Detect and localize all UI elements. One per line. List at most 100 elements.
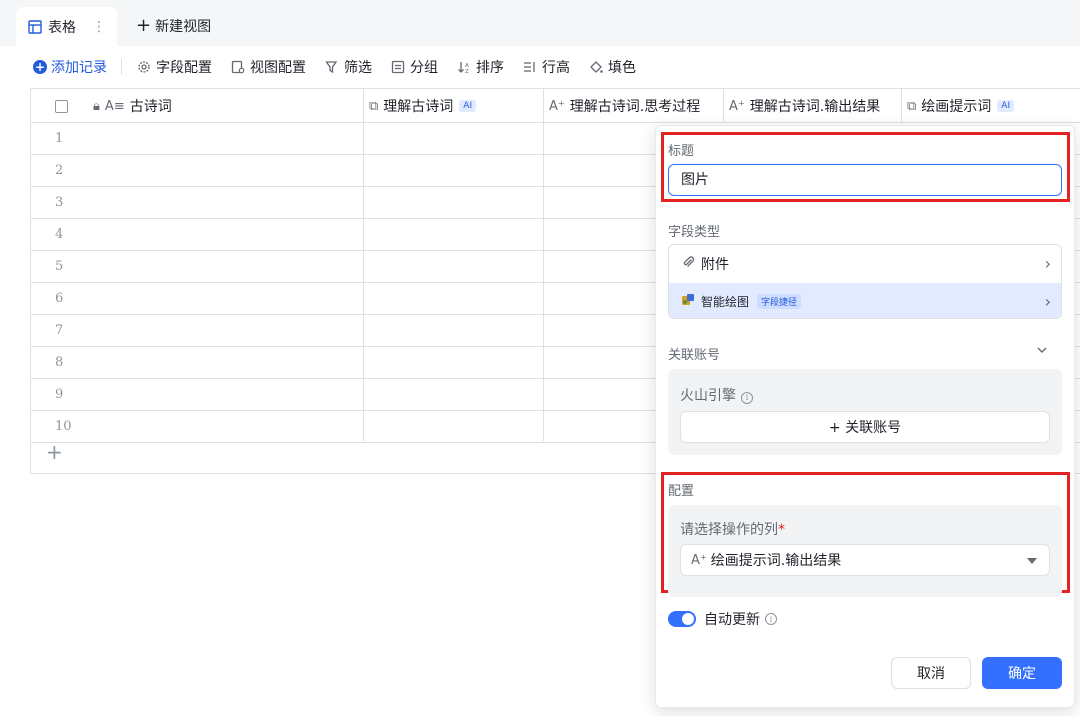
row-number: 1 bbox=[55, 131, 64, 146]
toggle-knob bbox=[682, 613, 694, 625]
new-view-label: 新建视图 bbox=[155, 19, 212, 35]
link-account-button[interactable]: + 关联账号 bbox=[680, 411, 1050, 443]
column-header-label: 绘画提示词 bbox=[921, 99, 992, 115]
chevron-right-icon: › bbox=[1044, 254, 1051, 273]
toolbar-divider bbox=[121, 59, 122, 75]
engine-name: 火山引擎 i bbox=[680, 385, 753, 405]
row-height-label: 行高 bbox=[542, 60, 570, 76]
field-type-attachment-label: 附件 bbox=[701, 256, 729, 273]
lock-icon: 🔒︎ bbox=[93, 98, 100, 114]
chevron-right-icon: › bbox=[1044, 292, 1051, 311]
auto-update-toggle[interactable] bbox=[668, 611, 696, 627]
field-config-panel: 标题 图片 字段类型 附件 › 智能绘图 字段捷径 › 关联账号 火山引擎 i +… bbox=[655, 125, 1075, 708]
tab-bar: 表格 ⋮ + 新建视图 bbox=[0, 0, 1080, 46]
column-select-value: 绘画提示词.输出结果 bbox=[710, 553, 842, 569]
column-divider bbox=[901, 89, 902, 123]
more-vertical-icon[interactable]: ⋮ bbox=[92, 19, 106, 35]
plus-icon: + bbox=[136, 15, 152, 36]
field-type-attachment[interactable]: 附件 › bbox=[669, 245, 1061, 282]
tab-table[interactable]: 表格 ⋮ bbox=[16, 7, 117, 46]
group-button[interactable]: 分组 bbox=[390, 57, 438, 77]
row-height-button[interactable]: 行高 bbox=[522, 57, 570, 77]
shortcut-tag: 字段捷径 bbox=[757, 294, 802, 309]
linked-account-label: 关联账号 bbox=[668, 348, 721, 363]
sort-icon: AZ bbox=[456, 59, 472, 75]
info-icon[interactable]: i bbox=[765, 613, 777, 625]
new-view-button[interactable]: + 新建视图 bbox=[136, 16, 211, 36]
ai-drawing-icon bbox=[681, 293, 695, 311]
filter-button[interactable]: 筛选 bbox=[324, 57, 372, 77]
fill-color-button[interactable]: 填色 bbox=[588, 57, 636, 77]
column-select-label-text: 请选择操作的列 bbox=[680, 522, 778, 538]
title-input[interactable]: 图片 bbox=[668, 164, 1062, 196]
field-type-ai-drawing-label: 智能绘图 bbox=[701, 295, 750, 309]
gear-icon bbox=[136, 59, 152, 75]
group-label: 分组 bbox=[410, 60, 438, 76]
row-number: 8 bbox=[55, 355, 64, 370]
toolbar: + 添加记录 字段配置 视图配置 筛选 分组 AZ 排序 行高 填色 bbox=[0, 46, 1080, 88]
column-header-label: 理解古诗词 bbox=[383, 99, 454, 115]
caret-down-icon bbox=[1027, 558, 1037, 564]
engine-name-text: 火山引擎 bbox=[680, 388, 736, 404]
field-config-label: 字段配置 bbox=[156, 60, 212, 76]
row-number: 7 bbox=[55, 323, 64, 338]
field-type-label: 字段类型 bbox=[668, 225, 721, 240]
view-config-button[interactable]: 视图配置 bbox=[230, 57, 306, 77]
config-label: 配置 bbox=[668, 484, 695, 499]
row-number: 9 bbox=[55, 387, 64, 402]
view-settings-icon bbox=[230, 59, 246, 75]
chevron-down-icon[interactable] bbox=[1036, 344, 1048, 360]
tab-table-label: 表格 bbox=[48, 19, 76, 36]
column-divider bbox=[723, 89, 724, 123]
link-field-icon: ⧉ bbox=[369, 98, 379, 114]
add-record-label: 添加记录 bbox=[51, 60, 107, 76]
config-section: 请选择操作的列* A⁺ 绘画提示词.输出结果 bbox=[668, 505, 1062, 597]
column-header-output[interactable]: A⁺ 理解古诗词.输出结果 bbox=[729, 89, 880, 123]
row-number: 6 bbox=[55, 291, 64, 306]
select-all-checkbox[interactable] bbox=[55, 89, 68, 123]
grid-header: 🔒︎ A≡ 古诗词 ⧉ 理解古诗词 AI A⁺ 理解古诗词.思考过程 A⁺ 理解… bbox=[31, 89, 1080, 123]
table-icon bbox=[28, 19, 42, 34]
filter-icon bbox=[324, 59, 340, 75]
row-number: 5 bbox=[55, 259, 64, 274]
ai-badge: AI bbox=[997, 100, 1015, 112]
ai-badge: AI bbox=[459, 100, 477, 112]
column-header-label: 理解古诗词.输出结果 bbox=[749, 99, 881, 115]
fill-color-label: 填色 bbox=[608, 60, 636, 76]
column-header-understand[interactable]: ⧉ 理解古诗词 AI bbox=[369, 89, 477, 123]
add-row-button[interactable]: + bbox=[46, 442, 63, 462]
field-type-ai-drawing[interactable]: 智能绘图 字段捷径 › bbox=[669, 283, 1061, 318]
sort-button[interactable]: AZ 排序 bbox=[456, 57, 504, 77]
title-label: 标题 bbox=[668, 144, 695, 159]
auto-update-label: 自动更新 bbox=[704, 612, 760, 628]
field-config-button[interactable]: 字段配置 bbox=[136, 57, 212, 77]
row-number: 4 bbox=[55, 227, 64, 242]
checkbox-icon bbox=[55, 99, 68, 113]
paperclip-icon bbox=[681, 255, 695, 273]
paint-bucket-icon bbox=[588, 59, 604, 75]
row-number: 3 bbox=[55, 195, 64, 210]
link-field-icon: ⧉ bbox=[907, 98, 917, 114]
row-number: 10 bbox=[55, 419, 72, 434]
group-icon bbox=[390, 59, 406, 75]
field-type-list: 附件 › 智能绘图 字段捷径 › bbox=[668, 244, 1062, 319]
ai-text-icon: A⁺ bbox=[691, 552, 707, 568]
ai-text-icon: A⁺ bbox=[729, 98, 745, 114]
row-number: 2 bbox=[55, 163, 64, 178]
cancel-button[interactable]: 取消 bbox=[891, 657, 971, 689]
linked-account-section: 火山引擎 i + 关联账号 bbox=[668, 369, 1062, 455]
confirm-button[interactable]: 确定 bbox=[982, 657, 1062, 689]
column-header-poem[interactable]: 🔒︎ A≡ 古诗词 bbox=[93, 89, 172, 123]
column-select[interactable]: A⁺ 绘画提示词.输出结果 bbox=[680, 544, 1050, 576]
column-header-prompt[interactable]: ⧉ 绘画提示词 AI bbox=[907, 89, 1015, 123]
required-mark: * bbox=[778, 522, 785, 538]
info-icon[interactable]: i bbox=[741, 391, 753, 404]
column-header-thinking[interactable]: A⁺ 理解古诗词.思考过程 bbox=[549, 89, 700, 123]
sort-label: 排序 bbox=[476, 60, 504, 76]
filter-label: 筛选 bbox=[344, 60, 372, 76]
add-record-button[interactable]: + 添加记录 bbox=[33, 57, 107, 77]
text-field-icon: A≡ bbox=[104, 98, 125, 114]
svg-text:Z: Z bbox=[465, 69, 469, 74]
ai-text-icon: A⁺ bbox=[549, 98, 565, 114]
plus-circle-icon: + bbox=[33, 60, 47, 74]
